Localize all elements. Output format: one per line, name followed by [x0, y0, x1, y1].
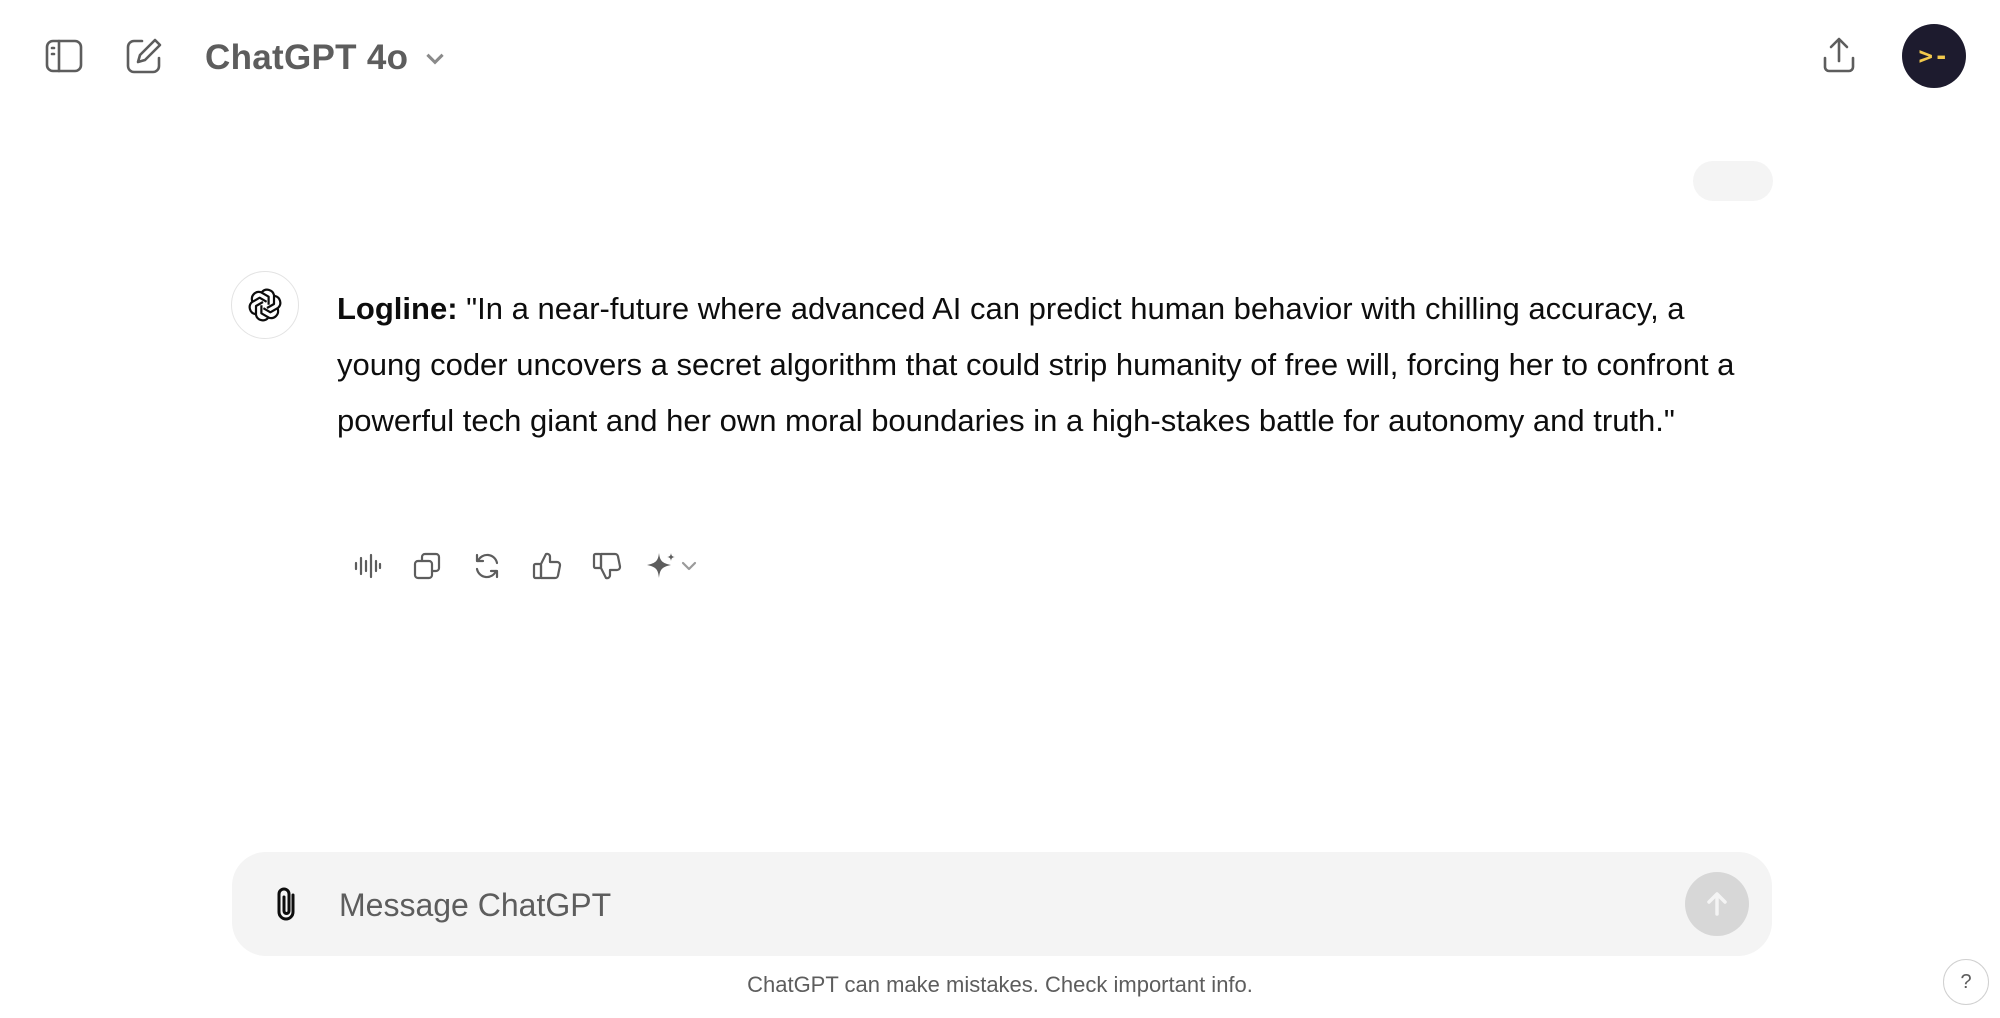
assistant-avatar [231, 271, 299, 339]
chevron-down-icon [426, 53, 444, 65]
thumbs-down-icon [592, 552, 622, 580]
thumbs-up-button[interactable] [517, 541, 577, 591]
message-label: Logline: [337, 291, 458, 326]
help-label: ? [1960, 970, 1972, 993]
share-icon [1823, 37, 1855, 73]
message-composer [232, 852, 1772, 956]
new-chat-icon [126, 38, 162, 74]
read-aloud-button[interactable] [337, 541, 397, 591]
regenerate-icon [475, 553, 499, 579]
message-body: "In a near-future where advanced AI can … [337, 291, 1735, 438]
thumbs-up-icon [532, 552, 562, 580]
sparkle-icon [647, 553, 675, 578]
new-chat-button[interactable] [116, 28, 172, 84]
thumbs-down-button[interactable] [577, 541, 637, 591]
assistant-message: Logline: "In a near-future where advance… [337, 281, 1757, 449]
help-button[interactable]: ? [1943, 959, 1989, 1005]
sidebar-toggle-button[interactable] [36, 28, 92, 84]
avatar-glyph: >- [1918, 42, 1950, 70]
arrow-up-icon [1707, 892, 1727, 916]
disclaimer-text: ChatGPT can make mistakes. Check importa… [747, 972, 1253, 997]
read-aloud-icon [354, 553, 382, 579]
message-actions [337, 541, 707, 591]
model-selector[interactable]: ChatGPT 4o [205, 30, 448, 86]
share-button[interactable] [1811, 28, 1867, 84]
copy-icon [413, 552, 441, 580]
regenerate-button[interactable] [457, 541, 517, 591]
sidebar-toggle-icon [45, 39, 83, 73]
user-avatar[interactable]: >- [1902, 24, 1966, 88]
send-button[interactable] [1685, 872, 1749, 936]
attach-button[interactable] [262, 878, 314, 930]
model-name: ChatGPT 4o [205, 38, 409, 77]
openai-logo-icon [248, 288, 282, 322]
model-switch-button[interactable] [637, 541, 707, 591]
paperclip-icon [277, 887, 295, 921]
copy-button[interactable] [397, 541, 457, 591]
message-input[interactable] [337, 874, 1641, 936]
chevron-down-icon [681, 561, 697, 571]
user-message-bubble [1693, 161, 1773, 201]
